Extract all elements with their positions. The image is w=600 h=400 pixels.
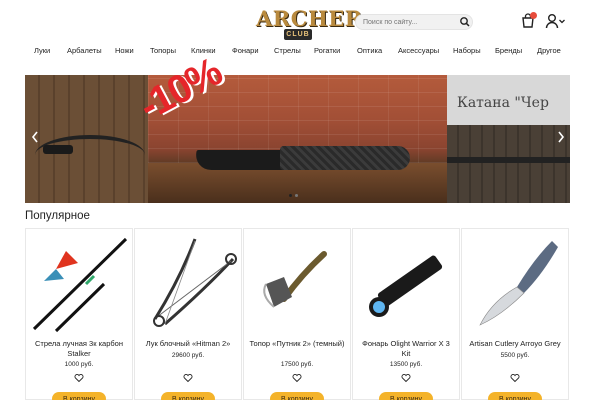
- product-image-flashlight[interactable]: [353, 229, 459, 337]
- slide-prev-bow: [25, 75, 148, 203]
- heart-icon[interactable]: [74, 373, 84, 383]
- product-image-arrows[interactable]: [26, 229, 132, 337]
- nav-item-knives[interactable]: Ножи: [115, 46, 134, 56]
- nav-item-sets[interactable]: Наборы: [453, 46, 481, 56]
- slider-dots: [289, 194, 309, 198]
- product-card[interactable]: Лук блочный «Hitman 2» 29600 руб. В корз…: [134, 228, 242, 400]
- add-to-cart-button[interactable]: В корзину: [52, 392, 106, 400]
- search-icon[interactable]: [459, 15, 471, 29]
- wood-background: [447, 125, 570, 203]
- product-price: 13500 руб.: [389, 361, 423, 368]
- product-name[interactable]: Фонарь Olight Warrior X 3 Kit: [357, 339, 455, 359]
- product-card[interactable]: Топор «Путник 2» (темный) 17500 руб. В к…: [243, 228, 351, 400]
- slide-next-katana: Катана "Чер: [447, 75, 570, 203]
- nav-item-axes[interactable]: Топоры: [150, 46, 176, 56]
- add-to-cart-button[interactable]: В корзину: [379, 392, 433, 400]
- logo-sub-text: CLUB: [284, 29, 312, 40]
- logo-main-text: ARCHER: [256, 6, 363, 31]
- product-image-axe[interactable]: [244, 229, 350, 337]
- product-price: 29600 руб.: [171, 352, 205, 359]
- add-to-cart-button[interactable]: В корзину: [488, 392, 542, 400]
- nav-item-slingshots[interactable]: Рогатки: [314, 46, 340, 56]
- heart-icon[interactable]: [510, 373, 520, 383]
- cart-count-badge: [530, 12, 537, 19]
- nav-item-arrows[interactable]: Стрелы: [274, 46, 301, 56]
- slider-dot-1[interactable]: [289, 194, 292, 197]
- product-price: 1000 руб.: [64, 361, 94, 368]
- site-header: ARCHER CLUB: [0, 0, 600, 42]
- user-account-icon[interactable]: [545, 12, 565, 30]
- hero-slider[interactable]: Катана "Чер: [25, 75, 570, 203]
- nav-item-crossbows[interactable]: Арбалеты: [67, 46, 102, 56]
- add-to-cart-button[interactable]: В корзину: [161, 392, 215, 400]
- nav-item-brands[interactable]: Бренды: [495, 46, 522, 56]
- heart-icon[interactable]: [401, 373, 411, 383]
- site-logo[interactable]: ARCHER CLUB: [256, 6, 363, 40]
- product-image-folding-knife[interactable]: [462, 229, 568, 337]
- knife-handle: [280, 146, 410, 170]
- popular-section-title: Популярное: [25, 210, 90, 222]
- knife-blade: [193, 150, 292, 170]
- product-card[interactable]: Стрела лучная 3к карбон Stalker 1000 руб…: [25, 228, 133, 400]
- slider-prev-arrow-icon[interactable]: [30, 130, 40, 144]
- nav-item-other[interactable]: Другое: [537, 46, 561, 56]
- heart-icon[interactable]: [292, 373, 302, 383]
- heart-icon[interactable]: [183, 373, 193, 383]
- product-name[interactable]: Топор «Путник 2» (темный): [248, 339, 346, 349]
- add-to-cart-button[interactable]: В корзину: [270, 392, 324, 400]
- product-name[interactable]: Стрела лучная 3к карбон Stalker: [30, 339, 128, 359]
- product-name[interactable]: Лук блочный «Hitman 2»: [139, 339, 237, 349]
- nav-item-bows[interactable]: Луки: [34, 46, 50, 56]
- product-price: 5500 руб.: [500, 352, 530, 359]
- bow-shape: [35, 135, 145, 175]
- slider-next-arrow-icon[interactable]: [556, 130, 566, 144]
- nav-item-accessories[interactable]: Аксессуары: [398, 46, 439, 56]
- nav-item-flashlights[interactable]: Фонари: [232, 46, 259, 56]
- bow-grip: [43, 145, 73, 154]
- product-card[interactable]: Фонарь Olight Warrior X 3 Kit 13500 руб.…: [352, 228, 460, 400]
- slider-dot-2[interactable]: [295, 194, 298, 197]
- katana-shape: [447, 157, 570, 163]
- search-input[interactable]: [355, 14, 473, 30]
- product-name[interactable]: Artisan Cutlery Arroyo Grey: [466, 339, 564, 349]
- product-price: 17500 руб.: [280, 361, 314, 368]
- nav-item-optics[interactable]: Оптика: [357, 46, 382, 56]
- next-slide-title: Катана "Чер: [457, 95, 549, 111]
- main-navigation: Луки Арбалеты Ножи Топоры Клинки Фонари …: [0, 42, 600, 60]
- product-image-compound-bow[interactable]: [135, 229, 241, 337]
- product-card[interactable]: Artisan Cutlery Arroyo Grey 5500 руб. В …: [461, 228, 569, 400]
